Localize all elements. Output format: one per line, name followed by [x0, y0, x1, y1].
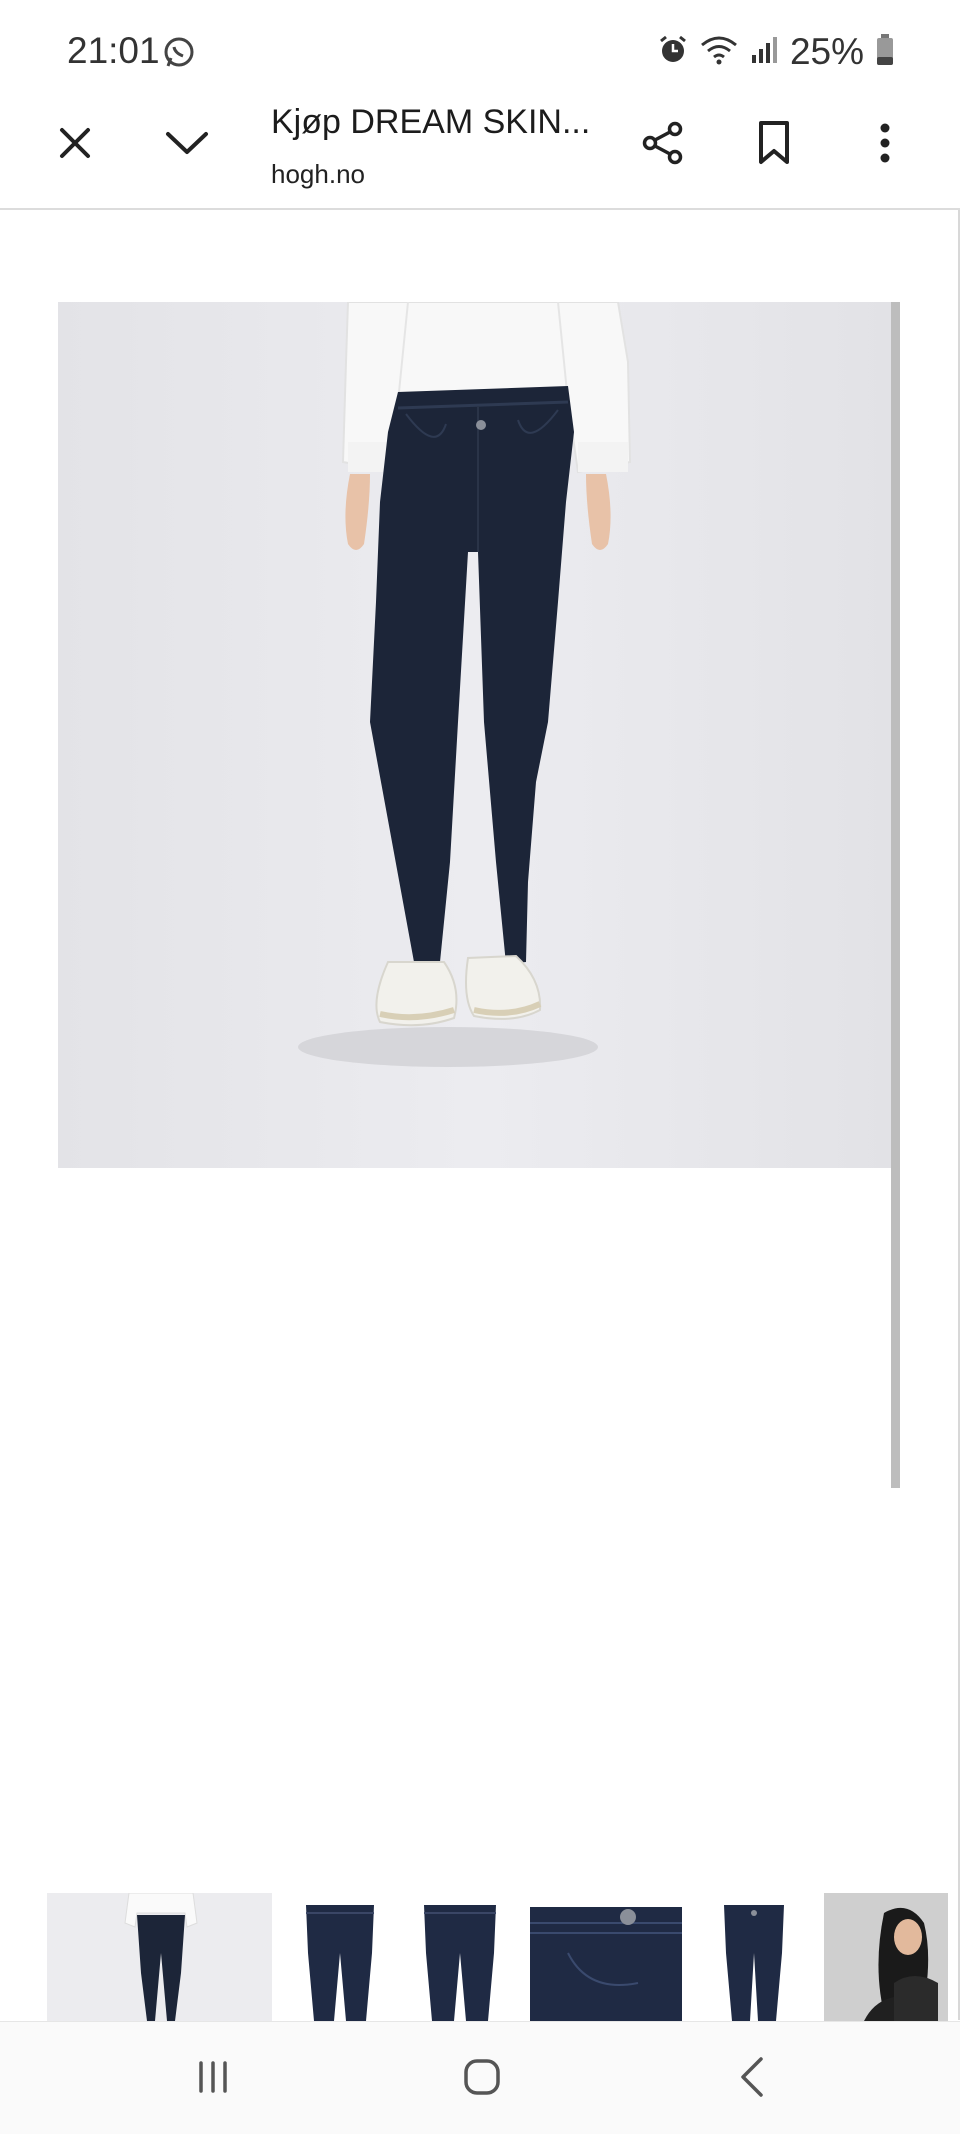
- thumbnail-model-lifestyle[interactable]: [824, 1893, 948, 2021]
- thumbnail-jeans-front[interactable]: [290, 1893, 390, 2021]
- whatsapp-icon: [162, 36, 196, 70]
- more-vert-icon[interactable]: [850, 108, 920, 178]
- share-icon[interactable]: [628, 108, 698, 178]
- signal-icon: [750, 35, 778, 70]
- status-icons: 25%: [658, 30, 894, 74]
- chevron-down-icon[interactable]: [152, 108, 222, 178]
- back-icon[interactable]: [718, 2047, 788, 2107]
- status-bar: 21:01 25%: [0, 0, 960, 100]
- battery-icon: [876, 33, 894, 71]
- home-icon[interactable]: [447, 2047, 517, 2107]
- close-icon[interactable]: [40, 108, 110, 178]
- thumbnail-jeans-side[interactable]: [704, 1893, 804, 2021]
- recent-apps-icon[interactable]: [178, 2047, 248, 2107]
- thumbnail-waistband-detail[interactable]: [528, 1893, 684, 2021]
- page-title[interactable]: Kjøp DREAM SKIN...: [271, 103, 590, 142]
- status-time: 21:01: [67, 30, 160, 71]
- thumbnail-strip[interactable]: [0, 1893, 958, 2021]
- page-url[interactable]: hogh.no: [271, 159, 365, 190]
- battery-percent: 25%: [789, 31, 864, 72]
- thumbnail-jeans-back[interactable]: [410, 1893, 510, 2021]
- bookmark-icon[interactable]: [739, 108, 809, 178]
- alarm-icon: [658, 35, 688, 70]
- thumbnail-front-full-view[interactable]: [47, 1893, 272, 2021]
- wifi-icon: [700, 35, 738, 70]
- scrollbar[interactable]: [891, 302, 900, 1488]
- product-image[interactable]: [58, 302, 899, 1168]
